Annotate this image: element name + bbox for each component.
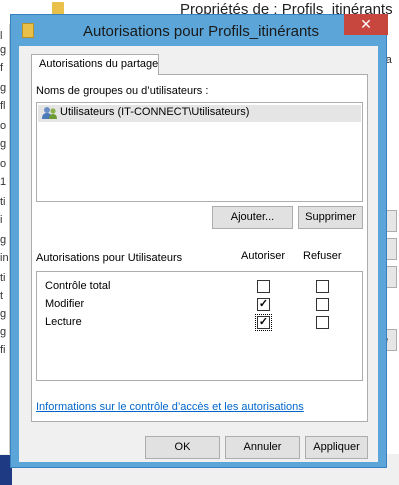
- tab-panel: Noms de groupes ou d’utilisateurs : Util…: [31, 74, 368, 422]
- deny-checkbox-full-control[interactable]: [316, 280, 329, 293]
- background-left-fragment: t: [0, 290, 4, 302]
- list-item-users[interactable]: Utilisateurs (IT-CONNECT\Utilisateurs): [38, 105, 361, 122]
- permission-name: Modifier: [45, 298, 85, 310]
- cancel-button[interactable]: Annuler: [225, 436, 300, 459]
- background-left-fragment: g: [0, 234, 7, 246]
- background-left-fragment: g: [0, 82, 7, 94]
- permissions-table: Contrôle total Modifier Lecture: [36, 271, 363, 381]
- users-icon: [42, 106, 58, 120]
- permission-name: Lecture: [45, 316, 82, 328]
- allow-checkbox-modify[interactable]: [257, 298, 270, 311]
- ok-button[interactable]: OK: [145, 436, 220, 459]
- permission-name: Contrôle total: [45, 280, 111, 292]
- background-left-fragment: f: [0, 62, 4, 74]
- tab-label: Autorisations du partage: [39, 58, 159, 70]
- groups-label: Noms de groupes ou d’utilisateurs :: [36, 85, 209, 97]
- access-control-info-link[interactable]: Informations sur le contrôle d’accès et …: [36, 401, 304, 413]
- folder-icon: [22, 23, 34, 38]
- column-header-allow: Autoriser: [241, 250, 286, 262]
- background-left-fragment: fl: [0, 100, 6, 112]
- column-header-deny: Refuser: [303, 250, 342, 262]
- allow-checkbox-full-control[interactable]: [257, 280, 270, 293]
- apply-button[interactable]: Appliquer: [305, 436, 368, 459]
- background-left-fragment: g: [0, 138, 7, 150]
- permissions-dialog: Autorisations pour Profils_itinérants ✕ …: [10, 14, 388, 468]
- background-left-fragment: fi: [0, 344, 6, 356]
- list-item-label: Utilisateurs (IT-CONNECT\Utilisateurs): [60, 106, 250, 118]
- dialog-client-area: Autorisations du partage Noms de groupes…: [19, 46, 378, 462]
- background-left-fragment: i: [0, 214, 3, 226]
- dialog-title: Autorisations pour Profils_itinérants: [83, 23, 319, 40]
- background-left-fragment: ti: [0, 196, 6, 208]
- background-left-fragment: ti: [0, 272, 6, 284]
- permission-row-modify: Modifier: [37, 297, 362, 314]
- deny-checkbox-modify[interactable]: [316, 298, 329, 311]
- background-left-fragment: g: [0, 44, 7, 56]
- remove-button[interactable]: Supprimer: [298, 206, 363, 229]
- background-left-fragment: g: [0, 308, 7, 320]
- tab-share-permissions[interactable]: Autorisations du partage: [31, 54, 159, 75]
- background-left-fragment: in: [0, 252, 9, 264]
- background-left-fragment: 1: [0, 176, 7, 188]
- close-button[interactable]: ✕: [344, 14, 388, 35]
- dialog-titlebar[interactable]: Autorisations pour Profils_itinérants ✕: [11, 14, 388, 46]
- allow-checkbox-read[interactable]: [255, 314, 272, 331]
- add-button[interactable]: Ajouter...: [212, 206, 293, 229]
- background-left-fragment: l: [0, 30, 3, 42]
- permission-row-full-control: Contrôle total: [37, 279, 362, 296]
- background-left-list: l g f g fl o g o 1 ti i g in ti t g g fi: [0, 24, 10, 454]
- permissions-title: Autorisations pour Utilisateurs: [36, 252, 183, 264]
- background-left-fragment: o: [0, 120, 7, 132]
- background-left-fragment: o: [0, 158, 7, 170]
- permission-row-read: Lecture: [37, 314, 362, 332]
- groups-list[interactable]: Utilisateurs (IT-CONNECT\Utilisateurs): [36, 102, 363, 202]
- deny-checkbox-read[interactable]: [316, 316, 329, 329]
- background-left-fragment: g: [0, 326, 7, 338]
